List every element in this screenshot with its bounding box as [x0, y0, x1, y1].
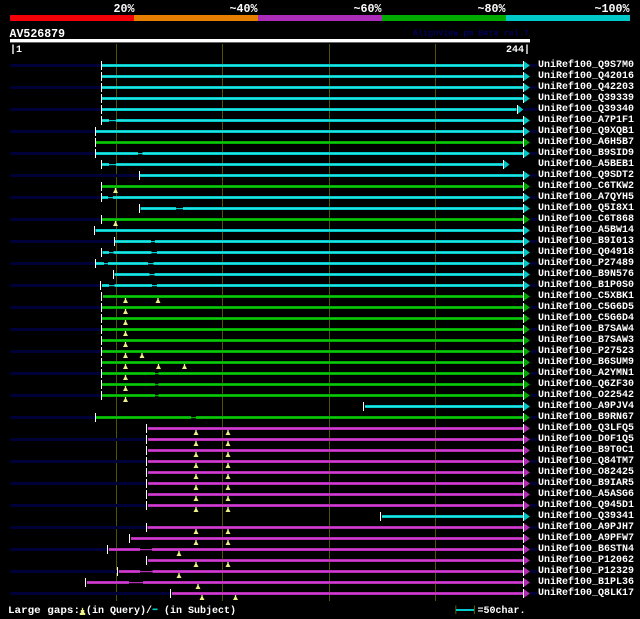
- svg-text:UniRef100_Q39339: UniRef100_Q39339: [538, 92, 634, 104]
- svg-text:UniRef100_B6SUM9: UniRef100_B6SUM9: [538, 356, 634, 368]
- svg-text:AV526879: AV526879: [10, 27, 66, 41]
- svg-text:(in Query)/: (in Query)/: [86, 605, 152, 617]
- svg-text:UniRef100_Q5I8X1: UniRef100_Q5I8X1: [538, 202, 634, 214]
- svg-text:UniRef100_B9SID9: UniRef100_B9SID9: [538, 147, 634, 159]
- svg-text:UniRef100_Q42016: UniRef100_Q42016: [538, 70, 634, 82]
- svg-text:UniRef100_Q39341: UniRef100_Q39341: [538, 510, 634, 522]
- svg-text:Large gaps:: Large gaps:: [8, 606, 80, 617]
- svg-text:UniRef100_P12329: UniRef100_P12329: [538, 565, 634, 577]
- svg-text:UniRef100_P27523: UniRef100_P27523: [538, 345, 634, 357]
- svg-text:UniRef100_A7QYH5: UniRef100_A7QYH5: [538, 191, 634, 203]
- svg-text:UniRef100_B7SAW3: UniRef100_B7SAW3: [538, 334, 634, 346]
- svg-text:UniRef100_B7SAW4: UniRef100_B7SAW4: [538, 323, 634, 335]
- svg-text:UniRef100_A7P1F1: UniRef100_A7P1F1: [538, 114, 634, 126]
- svg-text:UniRef100_Q9SDT2: UniRef100_Q9SDT2: [538, 169, 634, 181]
- svg-text:UniRef100_A5BEB1: UniRef100_A5BEB1: [538, 158, 634, 170]
- svg-text:UniRef100_B1PL36: UniRef100_B1PL36: [538, 576, 634, 588]
- svg-text:UniRef100_Q39340: UniRef100_Q39340: [538, 103, 634, 115]
- svg-text:UniRef100_O82425: UniRef100_O82425: [538, 466, 634, 478]
- svg-text:~100%: ~100%: [595, 2, 631, 16]
- svg-text:244|: 244|: [506, 44, 530, 56]
- svg-text:(in Subject): (in Subject): [164, 605, 236, 617]
- svg-text:UniRef100_Q6ZF30: UniRef100_Q6ZF30: [538, 378, 634, 390]
- svg-text:20%: 20%: [114, 2, 136, 16]
- svg-text:UniRef100_B9T0C1: UniRef100_B9T0C1: [538, 444, 634, 456]
- svg-text:UniRef100_Q8LK17: UniRef100_Q8LK17: [538, 587, 634, 599]
- svg-text:UniRef100_B6STN4: UniRef100_B6STN4: [538, 543, 634, 555]
- svg-text:UniRef100_A2YMN1: UniRef100_A2YMN1: [538, 367, 634, 379]
- svg-text:UniRef100_Q42203: UniRef100_Q42203: [538, 81, 634, 93]
- svg-text:UniRef100_B9IAR5: UniRef100_B9IAR5: [538, 477, 634, 489]
- svg-text:|1: |1: [10, 44, 22, 56]
- svg-text:UniRef100_B1P0S0: UniRef100_B1P0S0: [538, 279, 634, 291]
- svg-text:UniRef100_C6T868: UniRef100_C6T868: [538, 213, 634, 225]
- svg-text:UniRef100_A9PJV4: UniRef100_A9PJV4: [538, 400, 634, 412]
- svg-text:UniRef100_D0F1Q5: UniRef100_D0F1Q5: [538, 433, 634, 445]
- svg-text:UniRef100_Q945D1: UniRef100_Q945D1: [538, 499, 634, 511]
- svg-text:=50char.: =50char.: [478, 605, 526, 617]
- svg-text:UniRef100_P27489: UniRef100_P27489: [538, 257, 634, 269]
- svg-text:UniRef100_C5G6D5: UniRef100_C5G6D5: [538, 301, 634, 313]
- svg-text:UniRef100_Q3LFQ5: UniRef100_Q3LFQ5: [538, 422, 634, 434]
- svg-text:UniRef100_A5BW14: UniRef100_A5BW14: [538, 224, 634, 236]
- svg-text:UniRef100_P12062: UniRef100_P12062: [538, 554, 634, 566]
- svg-text:UniRef100_A6H5B7: UniRef100_A6H5B7: [538, 136, 634, 148]
- svg-text:UniRef100_B9N576: UniRef100_B9N576: [538, 268, 634, 280]
- svg-text:UniRef100_Q04918: UniRef100_Q04918: [538, 246, 634, 258]
- svg-text:AlignView.pm Beta rel.7: AlignView.pm Beta rel.7: [413, 29, 529, 39]
- svg-text:UniRef100_C6TKW2: UniRef100_C6TKW2: [538, 180, 634, 192]
- svg-text:UniRef100_A5ASG6: UniRef100_A5ASG6: [538, 488, 634, 500]
- svg-text:UniRef100_A9PFW7: UniRef100_A9PFW7: [538, 532, 634, 544]
- svg-text:~40%: ~40%: [230, 2, 259, 16]
- svg-text:~60%: ~60%: [354, 2, 383, 16]
- svg-text:UniRef100_Q84TM7: UniRef100_Q84TM7: [538, 455, 634, 467]
- svg-text:UniRef100_B9I013: UniRef100_B9I013: [538, 235, 634, 247]
- svg-text:UniRef100_C5G6D4: UniRef100_C5G6D4: [538, 312, 634, 324]
- svg-text:UniRef100_B9RN67: UniRef100_B9RN67: [538, 411, 634, 423]
- svg-text:~80%: ~80%: [478, 2, 507, 16]
- svg-text:UniRef100_C5XBK1: UniRef100_C5XBK1: [538, 290, 634, 302]
- svg-text:UniRef100_Q9XQB1: UniRef100_Q9XQB1: [538, 125, 634, 137]
- svg-text:UniRef100_A9PJH7: UniRef100_A9PJH7: [538, 521, 634, 533]
- svg-text:UniRef100_Q9S7M0: UniRef100_Q9S7M0: [538, 59, 634, 71]
- svg-text:UniRef100_O22542: UniRef100_O22542: [538, 389, 634, 401]
